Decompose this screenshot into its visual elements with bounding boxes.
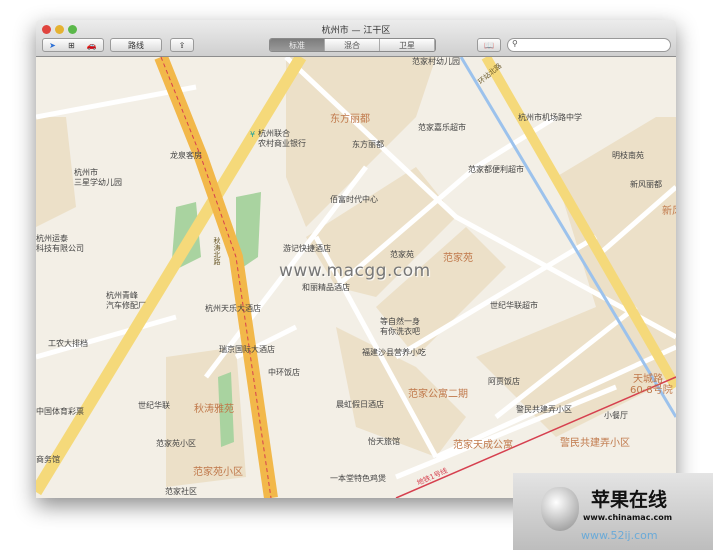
search-input[interactable]: ⚲ [507,38,671,52]
map-type-selector: 标准 混合 卫星 [269,38,436,52]
bookmarks-button[interactable]: 📖 [477,38,501,52]
district-label: 东方丽都 [330,114,370,125]
poi-label[interactable]: 怡天旅馆 [368,437,400,447]
toolbar: 杭州市 — 江干区 ➤ ⊞ 🚗 路线 ⇪ 标准 混合 卫星 📖 ⚲ [36,20,676,57]
district-label: 范家苑小区 [193,467,243,478]
search-icon: ⚲ [512,39,518,48]
directions-button[interactable]: 路线 [110,38,162,52]
maps-window: 杭州市 — 江干区 ➤ ⊞ 🚗 路线 ⇪ 标准 混合 卫星 📖 ⚲ 东方丽都 范… [36,20,676,498]
poi-label[interactable]: 范家苑 [390,250,414,260]
poi-label[interactable]: 世纪华联超市 [490,301,538,311]
poi-label[interactable]: 农村商业银行 [258,139,306,149]
poi-label[interactable]: 杭州青峰 [106,291,138,301]
poi-label[interactable]: 福建沙县营养小吃 [362,348,426,358]
location-arrow-icon[interactable]: ➤ [49,41,56,50]
poi-label[interactable]: 杭州市 [74,168,98,178]
apple-logo-icon [541,487,579,531]
poi-label[interactable]: 范家嘉乐超市 [418,123,466,133]
poi-label[interactable]: 警民共建弄小区 [516,405,572,415]
3d-buildings-icon[interactable]: ⊞ [68,41,75,50]
poi-label[interactable]: 东方丽都 [352,140,384,150]
tab-hybrid[interactable]: 混合 [325,39,380,51]
district-label: 警民共建弄小区 [560,438,630,449]
poi-label[interactable]: 一本堂特色鸡煲 [330,474,386,484]
district-label: 范家公寓二期 [408,389,468,400]
poi-label[interactable]: 等自然一身 [380,317,420,327]
road-label: 秋涛北路 [213,237,221,265]
poi-label[interactable]: 杭州市机场路中学 [518,113,582,123]
poi-label[interactable]: 佰富时代中心 [330,195,378,205]
poi-label[interactable]: 瑞京国际大酒店 [219,345,275,355]
district-label: 范家苑 [443,253,473,264]
poi-label[interactable]: 范家社区 [165,487,197,497]
poi-label[interactable]: 世纪华联 [138,401,170,411]
poi-label[interactable]: 范家村幼儿园 [412,57,460,67]
district-label: 天城路 [633,374,663,385]
traffic-car-icon[interactable]: 🚗 [87,41,97,50]
window-title: 杭州市 — 江干区 [321,26,391,36]
poi-label[interactable]: 范家都便利超市 [468,165,524,175]
district-label: 60-8号院 [630,385,673,396]
poi-label[interactable]: 和丽精品酒店 [302,283,350,293]
district-label: 秋涛雅苑 [194,404,234,415]
badge-url: www.chinamac.com [583,513,673,522]
share-icon: ⇪ [178,40,186,50]
poi-label[interactable]: 小餐厅 [604,411,628,421]
poi-label[interactable]: 阿贾饭店 [488,377,520,387]
watermark-text: www.macgg.com [279,261,431,281]
poi-label[interactable]: 范家苑小区 [156,439,196,449]
site-badge: 苹果在线 www.chinamac.com www.52ij.com [513,473,713,550]
poi-label[interactable]: 汽车修配厂 [106,301,146,311]
poi-label[interactable]: 杭州运泰 [36,234,68,244]
poi-label[interactable]: 杭州天乐大酒店 [205,304,261,314]
poi-label[interactable]: 明枝南苑 [612,151,644,161]
share-button[interactable]: ⇪ [170,38,194,52]
poi-label[interactable]: 中环饭店 [268,368,300,378]
poi-label[interactable]: 商务馆 [36,455,60,465]
poi-label[interactable]: 三星学幼儿园 [74,178,122,188]
badge-url: www.52ij.com [581,529,658,542]
poi-label[interactable]: 有你洗衣吧 [380,327,420,337]
map-canvas[interactable]: 东方丽都 范家苑 秋涛雅苑 范家苑小区 范家公寓二期 范家天成公寓 警民共建弄小… [36,57,676,498]
book-icon: 📖 [484,40,494,50]
district-label: 新风 [662,206,676,217]
bank-icon: ¥ [250,130,256,139]
poi-label[interactable]: 新风丽都 [630,180,662,190]
poi-label[interactable]: 晨虹假日酒店 [336,400,384,410]
poi-label[interactable]: 龙泉客房 [170,151,202,161]
poi-label[interactable]: 科技有限公司 [36,244,84,254]
tab-standard[interactable]: 标准 [270,39,325,51]
poi-label[interactable]: 中国体育彩票 [36,407,84,417]
view-controls: ➤ ⊞ 🚗 [42,38,104,52]
poi-label[interactable]: 工农大排档 [48,339,88,349]
badge-title: 苹果在线 [591,489,668,511]
poi-label[interactable]: 杭州联合 [258,129,290,139]
district-label: 范家天成公寓 [453,440,513,451]
tab-satellite[interactable]: 卫星 [380,39,435,51]
poi-label[interactable]: 游记快捷酒店 [283,244,331,254]
